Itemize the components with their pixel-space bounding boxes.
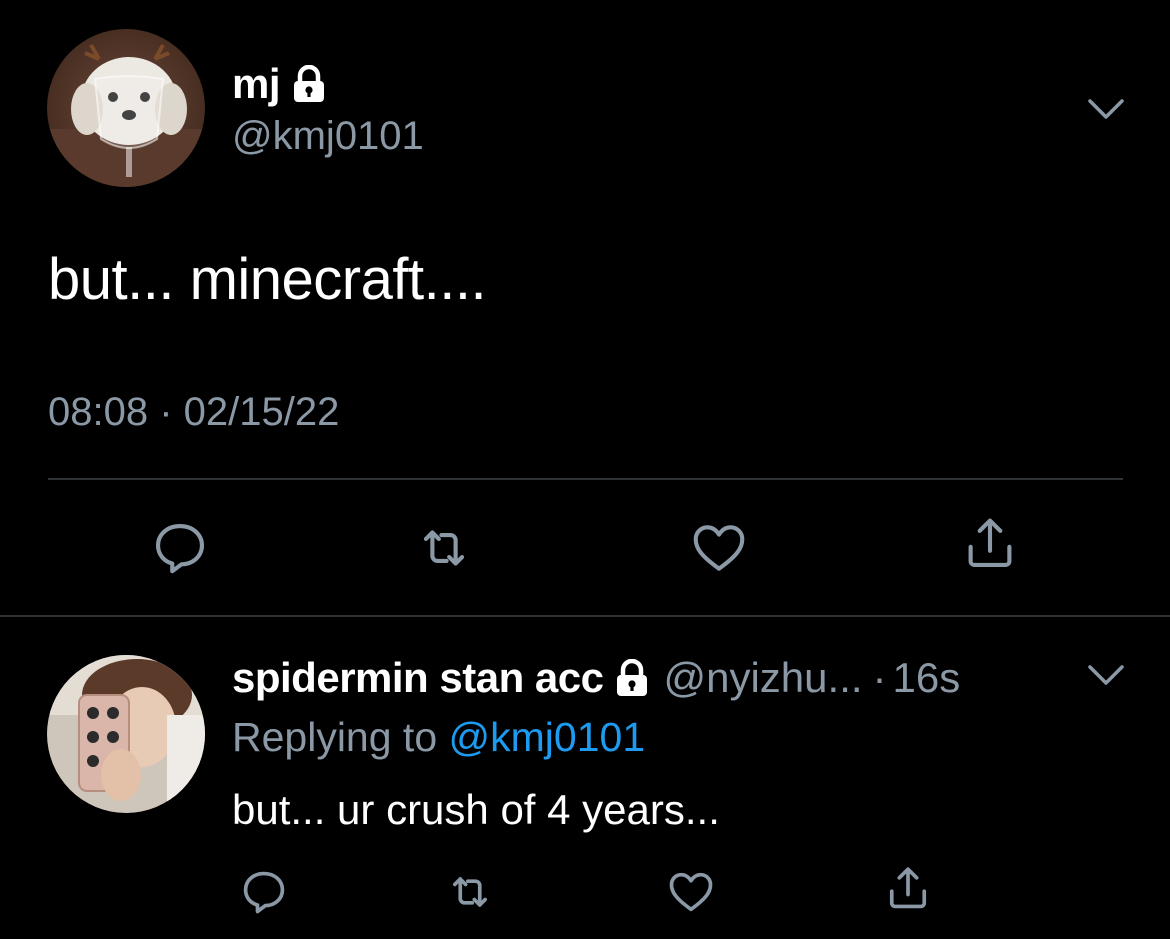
- main-tweet-text: but... minecraft....: [48, 247, 487, 312]
- tweet-separator: [0, 615, 1170, 617]
- main-tweet-handle[interactable]: @kmj0101: [232, 114, 424, 159]
- chevron-down-icon[interactable]: [1086, 95, 1126, 128]
- reply-tweet-avatar[interactable]: [47, 655, 205, 813]
- main-tweet-display-name[interactable]: mj: [232, 60, 326, 108]
- reply-timestamp[interactable]: 16s: [893, 654, 961, 702]
- main-tweet-timestamp[interactable]: 08:08 · 02/15/22: [48, 390, 339, 435]
- share-icon[interactable]: [959, 512, 1021, 574]
- lock-icon: [294, 65, 325, 102]
- share-icon[interactable]: [882, 862, 934, 914]
- reply-icon[interactable]: [149, 517, 211, 579]
- dog-avatar-image: [47, 29, 205, 187]
- lock-icon: [617, 659, 648, 696]
- retweet-icon[interactable]: [413, 517, 475, 579]
- divider: [48, 478, 1123, 480]
- reply-icon[interactable]: [238, 866, 290, 918]
- separator-dot: ·: [872, 654, 887, 701]
- retweet-icon[interactable]: [444, 866, 496, 918]
- replying-to-mention-link[interactable]: @kmj0101: [449, 714, 646, 760]
- reply-tweet-header[interactable]: spidermin stan acc @nyizhu... · 16s: [232, 654, 960, 702]
- display-name-text: mj: [232, 60, 281, 107]
- like-icon[interactable]: [665, 866, 717, 918]
- replying-to-label: Replying to: [232, 714, 438, 760]
- replying-to-line: Replying to @kmj0101: [232, 714, 645, 761]
- reply-tweet-text: but... ur crush of 4 years...: [232, 786, 720, 833]
- mirror-selfie-avatar-image: [47, 655, 205, 813]
- like-icon[interactable]: [688, 517, 750, 579]
- chevron-down-icon[interactable]: [1086, 661, 1126, 694]
- main-tweet-avatar[interactable]: [47, 29, 205, 187]
- reply-display-name[interactable]: spidermin stan acc: [232, 654, 604, 702]
- reply-handle[interactable]: @nyizhu...: [663, 654, 862, 702]
